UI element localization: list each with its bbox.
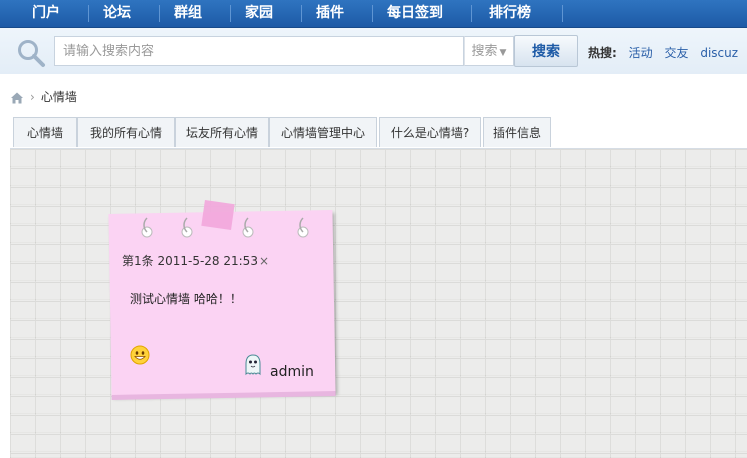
breadcrumb: › 心情墙 [10,88,77,106]
nav-divider [562,5,563,22]
breadcrumb-current[interactable]: 心情墙 [41,90,77,104]
hot-search-label: 热搜: [588,46,617,60]
nav-item-group[interactable]: 群组 [160,0,216,27]
note-header: 第1条 2011-5-28 21:53× [122,252,269,269]
home-icon[interactable] [10,91,24,105]
note-meta: 第1条 2011-5-28 21:53 [122,254,258,268]
search-button[interactable]: 搜索 [514,35,578,67]
tab-mood-wall[interactable]: 心情墙 [13,117,77,147]
nav-item-portal[interactable]: 门户 [18,0,74,27]
top-nav: 门户 论坛 群组 家园 插件 每日签到 排行榜 [0,0,747,28]
binder-ring-icon [181,217,193,238]
nav-item-checkin[interactable]: 每日签到 [373,0,457,27]
hot-searches: 热搜: 活动 交友 discuz [588,44,738,61]
smiley-icon [130,345,150,365]
nav-item-home[interactable]: 家园 [231,0,287,27]
nav-item-forum[interactable]: 论坛 [89,0,145,27]
tab-bar: 心情墙 我的所有心情 坛友所有心情 心情墙管理中心 什么是心情墙? 插件信息 [9,113,747,149]
chevron-down-icon: ▼ [499,48,507,58]
search-type-select[interactable]: 搜索 ▼ [464,36,514,66]
binder-ring-icon [297,217,309,238]
search-type-value: 搜索 [471,44,498,59]
search-icon [18,40,45,67]
tab-plugin-info[interactable]: 插件信息 [483,117,551,147]
hot-search-term[interactable]: 活动 [629,46,653,60]
tape-icon [201,200,235,230]
tab-all-moods[interactable]: 坛友所有心情 [175,117,269,147]
hot-search-term[interactable]: discuz [700,46,738,60]
hot-search-term[interactable]: 交友 [664,46,688,60]
nav-item-ranking[interactable]: 排行榜 [472,0,548,27]
binder-ring-icon [242,217,254,238]
ghost-avatar-icon [245,354,261,376]
breadcrumb-separator-icon: › [30,90,35,104]
search-input[interactable]: 请输入搜索内容 [54,36,464,66]
tab-my-moods[interactable]: 我的所有心情 [77,117,175,147]
tab-admin-center[interactable]: 心情墙管理中心 [269,117,377,147]
binder-ring-icon [141,217,153,238]
tab-what-is[interactable]: 什么是心情墙? [379,117,481,147]
nav-item-plugin[interactable]: 插件 [302,0,358,27]
note-message: 测试心情墙 哈哈！！ [130,292,242,306]
close-icon[interactable]: × [259,254,269,268]
note-author[interactable]: admin [270,364,314,380]
